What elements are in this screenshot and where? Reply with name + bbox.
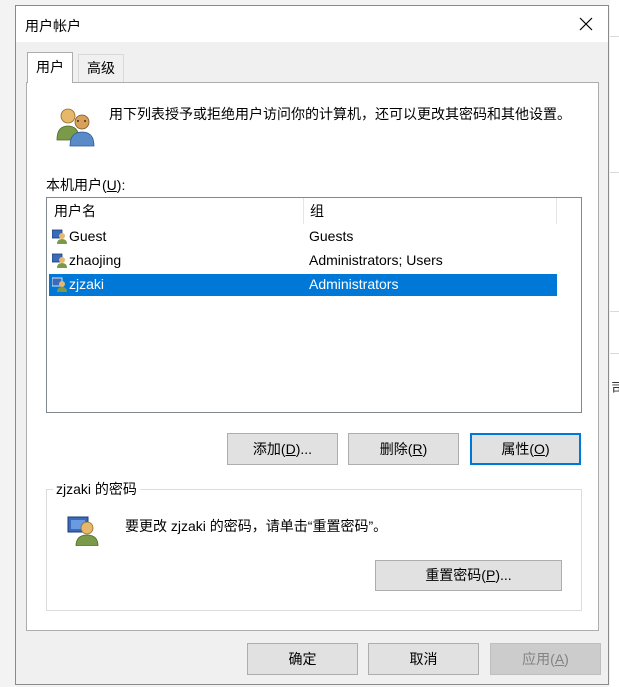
background-line [610, 36, 619, 37]
password-group-title: zjzaki 的密码 [53, 479, 140, 499]
properties-button-label: 属性( [501, 441, 535, 457]
remove-user-button-label: 删除( [379, 441, 413, 457]
user-row-zhaojing[interactable]: zhaojing Administrators; Users [49, 250, 557, 272]
user-group: Guests [309, 228, 354, 244]
users-list[interactable]: 用户名 组 Guest Guests zhaojing Administrato… [46, 197, 582, 413]
user-icon [52, 253, 67, 268]
apply-button-key: A [554, 651, 565, 667]
user-group: Administrators; Users [309, 252, 443, 268]
local-users-label-prefix: 本机用户( [46, 177, 107, 193]
user-row-guest[interactable]: Guest Guests [49, 226, 557, 248]
dialog-title: 用户帐户 [25, 18, 81, 34]
close-icon [579, 17, 593, 31]
local-users-label-key: U [106, 177, 117, 193]
user-icon [52, 229, 67, 244]
add-user-button-key: D [285, 441, 296, 457]
reset-password-button-label: 重置密码( [425, 567, 486, 583]
list-header: 用户名 组 [47, 198, 581, 224]
background-text-fragment: 司 [611, 380, 619, 396]
title-bar[interactable]: 用户帐户 [16, 6, 608, 42]
local-users-label-suffix: ): [116, 177, 126, 193]
background-line [610, 353, 619, 354]
column-header-group[interactable]: 组 [303, 198, 556, 224]
user-name: Guest [69, 228, 107, 244]
user-accounts-dialog: 用户帐户 用户 高级 用下列表授予或拒绝用户访问你的计算机，还可以更改其密码和其… [15, 5, 609, 685]
add-user-button-suffix: )... [295, 441, 313, 457]
tab-users[interactable]: 用户 [27, 52, 73, 83]
user-row-zjzaki[interactable]: zjzaki Administrators [49, 274, 557, 296]
user-name: zhaojing [69, 252, 122, 268]
apply-button-label: 应用( [522, 651, 555, 667]
ok-button[interactable]: 确定 [247, 643, 358, 675]
background-line [610, 172, 619, 173]
reset-password-button-suffix: )... [495, 567, 512, 583]
cancel-button[interactable]: 取消 [368, 643, 479, 675]
tab-advanced[interactable]: 高级 [78, 54, 124, 82]
users-tab-panel: 用下列表授予或拒绝用户访问你的计算机，还可以更改其密码和其他设置。 本机用户(U… [26, 82, 599, 631]
properties-button-key: O [534, 441, 545, 457]
password-instruction: 要更改 zjzaki 的密码，请单击“重置密码”。 [125, 518, 388, 534]
column-separator[interactable] [556, 198, 557, 224]
user-password-icon [67, 516, 99, 546]
remove-user-button[interactable]: 删除(R) [348, 433, 459, 465]
remove-user-button-suffix: ) [422, 441, 428, 457]
reset-password-button-key: P [485, 567, 496, 583]
users-description: 用下列表授予或拒绝用户访问你的计算机，还可以更改其密码和其他设置。 [109, 106, 571, 122]
user-group: Administrators [309, 276, 399, 292]
reset-password-button[interactable]: 重置密码(P)... [375, 560, 562, 591]
apply-button[interactable]: 应用(A) [490, 643, 601, 675]
user-icon [52, 277, 67, 292]
user-name: zjzaki [69, 276, 105, 292]
local-users-label: 本机用户(U): [46, 175, 125, 195]
properties-button-suffix: ) [544, 441, 550, 457]
apply-button-suffix: ) [564, 651, 569, 667]
add-user-button[interactable]: 添加(D)... [227, 433, 338, 465]
background-line [610, 311, 619, 312]
background-window: 司 [610, 0, 619, 687]
password-group: zjzaki 的密码 要更改 zjzaki 的密码，请单击“重置密码”。 重置密… [46, 479, 582, 611]
add-user-button-label: 添加( [252, 441, 286, 457]
remove-user-button-key: R [412, 441, 423, 457]
properties-button[interactable]: 属性(O) [470, 433, 581, 465]
column-header-username[interactable]: 用户名 [47, 198, 303, 224]
close-button[interactable] [564, 6, 608, 42]
users-icon [56, 108, 95, 147]
